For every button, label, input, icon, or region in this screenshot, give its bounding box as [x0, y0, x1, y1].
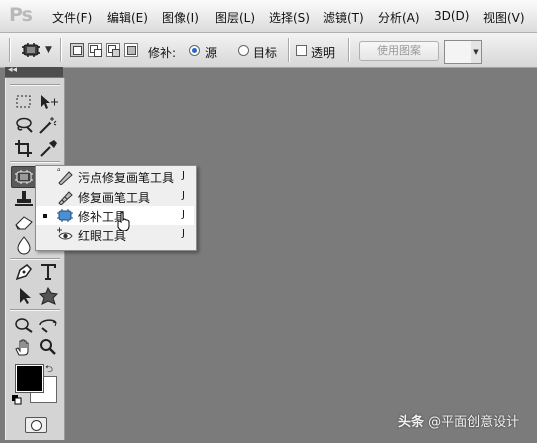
toolbox-separator — [10, 84, 60, 85]
tool-preset-dropdown-icon[interactable]: ▼ — [45, 45, 52, 55]
spot-healing-brush-icon — [56, 168, 74, 186]
default-colors-icon[interactable] — [12, 394, 22, 405]
crop-icon[interactable] — [12, 138, 36, 158]
options-separator — [288, 38, 289, 62]
destination-label[interactable]: 目标 — [253, 44, 277, 61]
lasso-icon[interactable] — [12, 115, 36, 135]
flyout-item-patch-tool[interactable]: 修补工具 J — [36, 206, 194, 225]
3d-orbit-icon[interactable] — [36, 314, 60, 334]
eyedropper-icon[interactable] — [36, 138, 60, 158]
transparent-checkbox[interactable] — [296, 45, 307, 56]
menu-view[interactable]: 视图(V) — [483, 9, 525, 26]
active-tool-bullet — [43, 214, 47, 218]
menu-3d[interactable]: 3D(D) — [434, 9, 469, 23]
mouse-pointer-icon — [117, 211, 131, 232]
patch-tool-icon — [56, 207, 74, 224]
toolbox-separator — [10, 258, 60, 259]
flyout-item-red-eye[interactable]: 红眼工具 J — [36, 225, 194, 244]
magic-wand-icon[interactable] — [36, 115, 60, 135]
clone-stamp-icon[interactable] — [12, 189, 36, 209]
healing-brush-icon — [56, 188, 74, 206]
flyout-item-shortcut: J — [182, 209, 185, 220]
options-grip — [9, 38, 10, 62]
menu-analysis[interactable]: 分析(A) — [378, 9, 420, 26]
pattern-dropdown-icon[interactable]: ▼ — [471, 40, 482, 64]
rectangular-marquee-icon[interactable] — [12, 92, 36, 112]
destination-radio[interactable] — [238, 45, 249, 56]
red-eye-icon — [56, 226, 74, 243]
watermark-logo: 头条 — [398, 415, 425, 430]
patch-label: 修补: — [148, 46, 177, 60]
foreground-color-swatch[interactable] — [16, 365, 43, 392]
quick-mask-icon[interactable] — [25, 417, 47, 433]
menu-filter[interactable]: 滤镜(T) — [323, 9, 364, 26]
document-canvas-area[interactable] — [66, 68, 537, 443]
options-separator — [60, 38, 61, 62]
flyout-item-label: 污点修复画笔工具 — [78, 171, 175, 185]
menu-edit[interactable]: 编辑(E) — [107, 9, 148, 26]
menu-select[interactable]: 选择(S) — [269, 9, 310, 26]
move-icon[interactable] — [36, 92, 60, 112]
menu-file[interactable]: 文件(F) — [52, 9, 92, 26]
custom-shape-icon[interactable] — [36, 286, 60, 306]
photoshop-logo: Ps — [9, 4, 33, 26]
options-bar: ▼ 修补: 源 目标 透明 使用图案 ▼ — [0, 33, 537, 68]
collapse-toolbox-icon[interactable]: ◂◂ — [8, 65, 17, 75]
use-pattern-button[interactable]: 使用图案 — [359, 41, 439, 61]
healing-tools-flyout: 污点修复画笔工具 J 修复画笔工具 J 修补工具 J 红眼工具 J — [35, 165, 197, 251]
transparent-label[interactable]: 透明 — [311, 44, 335, 61]
pen-icon[interactable] — [12, 262, 36, 282]
options-separator — [348, 38, 349, 62]
patch-tool-icon[interactable] — [11, 166, 37, 188]
toolbox: ⮌ — [5, 78, 65, 440]
flyout-item-shortcut: J — [182, 228, 185, 239]
zoom-icon[interactable] — [36, 337, 60, 357]
hand-icon[interactable] — [12, 337, 36, 357]
source-radio[interactable] — [189, 45, 200, 56]
pattern-swatch[interactable] — [444, 40, 472, 64]
type-icon[interactable] — [36, 262, 60, 282]
toolbox-separator — [10, 309, 60, 310]
patch-tool-icon[interactable] — [21, 42, 41, 58]
source-label[interactable]: 源 — [205, 44, 217, 61]
flyout-item-healing-brush[interactable]: 修复画笔工具 J — [36, 187, 194, 206]
flyout-item-shortcut: J — [182, 190, 185, 201]
menu-bar: Ps 文件(F) 编辑(E) 图像(I) 图层(L) 选择(S) 滤镜(T) 分… — [0, 0, 537, 33]
watermark: 头条 @平面创意设计 — [398, 411, 519, 430]
add-to-selection-icon[interactable] — [88, 43, 102, 57]
toolbox-separator — [10, 161, 60, 162]
new-selection-icon[interactable] — [70, 43, 84, 57]
flyout-item-shortcut: J — [182, 170, 185, 181]
toolbox-header[interactable]: ◂◂ — [5, 65, 63, 77]
subtract-from-selection-icon[interactable] — [106, 43, 120, 57]
blur-icon[interactable] — [12, 235, 36, 255]
3d-rotate-icon[interactable] — [12, 314, 36, 334]
path-selection-icon[interactable] — [12, 286, 36, 306]
watermark-text: @平面创意设计 — [428, 415, 520, 430]
swap-colors-icon[interactable]: ⮌ — [45, 362, 53, 379]
intersect-selection-icon[interactable] — [124, 43, 138, 57]
menu-image[interactable]: 图像(I) — [162, 9, 199, 26]
flyout-item-label: 修复画笔工具 — [78, 191, 151, 205]
flyout-item-spot-healing[interactable]: 污点修复画笔工具 J — [36, 167, 194, 186]
menu-layer[interactable]: 图层(L) — [215, 9, 255, 26]
eraser-icon[interactable] — [12, 212, 36, 232]
